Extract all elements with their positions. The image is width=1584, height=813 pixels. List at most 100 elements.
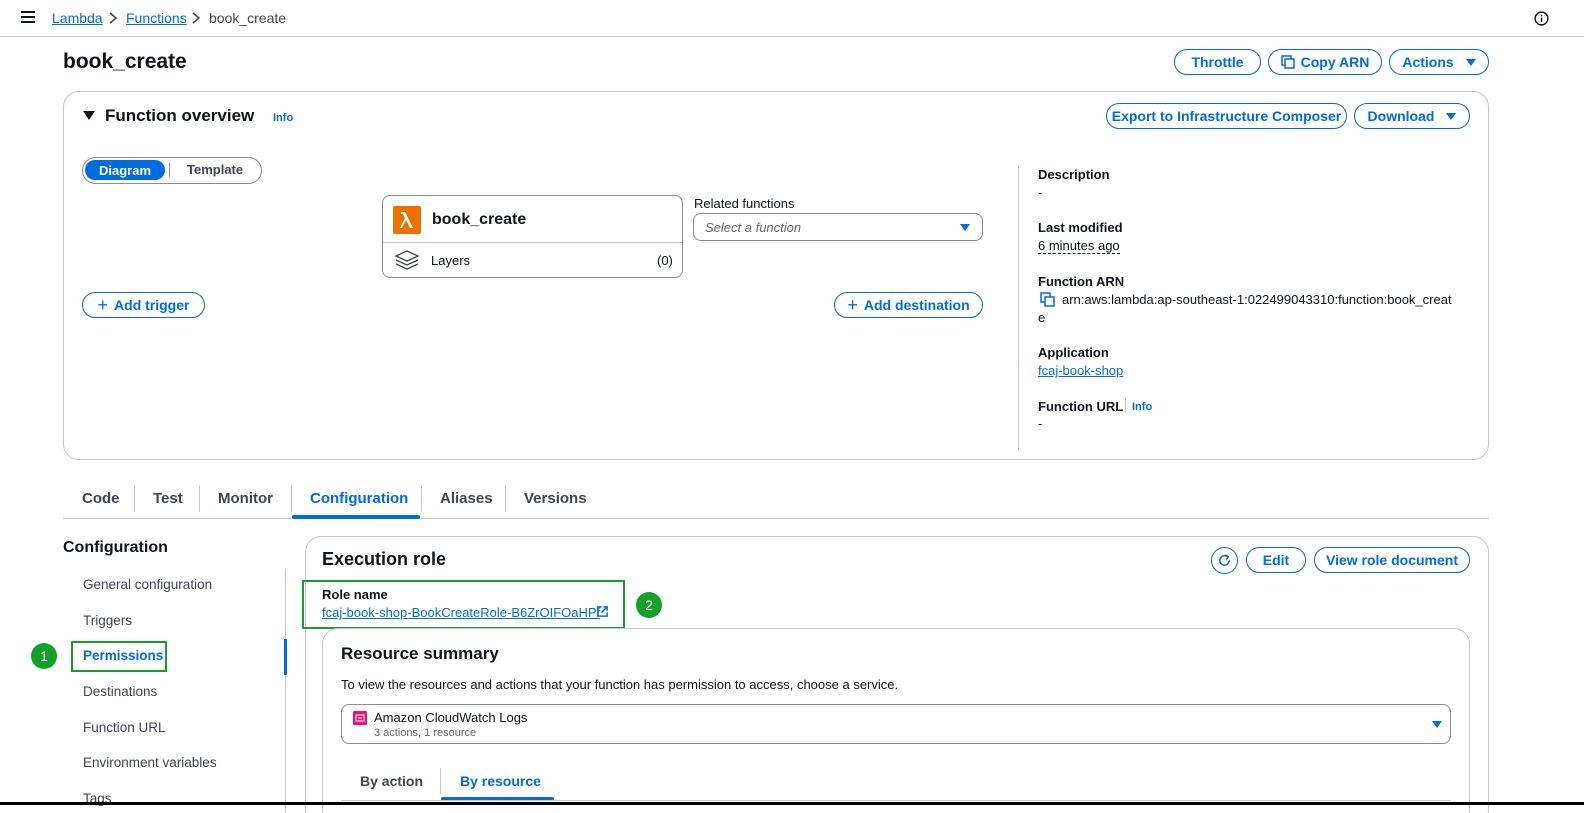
resource-summary-title: Resource summary bbox=[341, 644, 499, 663]
nav-environment-variables[interactable]: Environment variables bbox=[83, 755, 217, 770]
tab-versions[interactable]: Versions bbox=[524, 490, 587, 507]
throttle-label: Throttle bbox=[1191, 54, 1244, 70]
config-nav-title: Configuration bbox=[63, 539, 168, 556]
caret-down-icon bbox=[1465, 58, 1476, 66]
toggle-template[interactable]: Template bbox=[187, 162, 243, 177]
layers-count: (0) bbox=[657, 253, 673, 268]
overview-title: Function overview bbox=[105, 106, 255, 125]
add-destination-button[interactable]: + Add destination bbox=[834, 292, 983, 318]
description-value: - bbox=[1038, 185, 1043, 200]
layers-label: Layers bbox=[431, 253, 471, 268]
tab-separator bbox=[134, 486, 135, 512]
refresh-icon bbox=[1219, 554, 1230, 566]
tab-separator bbox=[440, 768, 441, 794]
active-tab-indicator bbox=[292, 515, 420, 519]
tab-aliases[interactable]: Aliases bbox=[440, 490, 493, 507]
nav-triggers[interactable]: Triggers bbox=[83, 613, 132, 628]
function-arn-line2: e bbox=[1038, 310, 1046, 325]
function-node[interactable]: book_create Layers (0) bbox=[382, 195, 683, 278]
export-label: Export to Infrastructure Composer bbox=[1111, 108, 1342, 124]
lambda-icon bbox=[393, 206, 421, 234]
actions-button[interactable]: Actions bbox=[1389, 49, 1489, 75]
copy-icon[interactable] bbox=[1040, 292, 1055, 307]
annotation-badge-2: 2 bbox=[636, 592, 662, 618]
tabs-baseline bbox=[63, 518, 1489, 519]
function-url-info-link[interactable]: Info bbox=[1132, 401, 1152, 413]
view-toggle: Diagram Template bbox=[82, 157, 262, 184]
view-role-document-label: View role document bbox=[1326, 552, 1458, 568]
add-destination-label: Add destination bbox=[863, 297, 970, 313]
subtabs-baseline bbox=[341, 800, 1451, 801]
annotation-badge-1: 1 bbox=[31, 643, 57, 669]
function-url-value: - bbox=[1038, 416, 1043, 431]
annotation-box-permissions bbox=[71, 641, 167, 672]
related-functions-select[interactable]: Select a function bbox=[693, 213, 983, 241]
last-modified-value[interactable]: 6 minutes ago bbox=[1038, 238, 1120, 254]
service-name: Amazon CloudWatch Logs bbox=[374, 710, 528, 725]
tab-separator bbox=[199, 486, 200, 512]
throttle-button[interactable]: Throttle bbox=[1174, 49, 1261, 75]
copy-arn-button[interactable]: Copy ARN bbox=[1268, 49, 1382, 75]
function-url-label: Function URL bbox=[1038, 399, 1124, 414]
view-role-document-button[interactable]: View role document bbox=[1314, 547, 1470, 573]
toggle-diagram[interactable]: Diagram bbox=[85, 160, 165, 180]
export-composer-button[interactable]: Export to Infrastructure Composer bbox=[1106, 103, 1347, 129]
chevron-right-icon bbox=[109, 12, 118, 24]
config-nav-active-marker bbox=[284, 639, 287, 675]
plus-icon: + bbox=[97, 294, 109, 315]
overview-info-link[interactable]: Info bbox=[273, 112, 293, 124]
cloudwatch-logs-icon bbox=[353, 711, 367, 725]
copy-arn-label: Copy ARN bbox=[1300, 54, 1370, 70]
function-arn-label: Function ARN bbox=[1038, 274, 1125, 289]
application-label: Application bbox=[1038, 345, 1109, 360]
related-functions-placeholder: Select a function bbox=[705, 220, 802, 235]
tab-separator bbox=[421, 486, 422, 512]
download-label: Download bbox=[1367, 108, 1435, 124]
tab-test[interactable]: Test bbox=[153, 490, 183, 507]
tab-configuration[interactable]: Configuration bbox=[310, 490, 408, 507]
toggle-divider bbox=[169, 163, 170, 177]
caret-down-icon bbox=[960, 224, 970, 231]
last-modified-label: Last modified bbox=[1038, 220, 1123, 235]
details-divider bbox=[1018, 166, 1019, 450]
breadcrumb-functions[interactable]: Functions bbox=[126, 10, 187, 26]
caret-down-icon bbox=[1446, 112, 1457, 120]
tab-by-resource[interactable]: By resource bbox=[460, 773, 541, 789]
edit-button[interactable]: Edit bbox=[1246, 547, 1306, 573]
info-icon[interactable] bbox=[1534, 11, 1549, 26]
tab-by-action[interactable]: By action bbox=[360, 773, 423, 789]
download-button[interactable]: Download bbox=[1354, 103, 1470, 129]
execution-role-title: Execution role bbox=[322, 549, 447, 569]
menu-icon[interactable] bbox=[21, 11, 35, 23]
application-link[interactable]: fcaj-book-shop bbox=[1038, 363, 1123, 378]
collapse-caret-icon[interactable] bbox=[83, 111, 95, 120]
resource-summary-description: To view the resources and actions that y… bbox=[341, 677, 899, 692]
top-bar: Lambda Functions book_create bbox=[0, 0, 1584, 37]
nav-function-url[interactable]: Function URL bbox=[83, 720, 166, 735]
nav-general-configuration[interactable]: General configuration bbox=[83, 577, 212, 592]
breadcrumb-lambda[interactable]: Lambda bbox=[52, 10, 103, 26]
service-select[interactable]: Amazon CloudWatch Logs 3 actions, 1 reso… bbox=[341, 704, 1451, 744]
add-trigger-label: Add trigger bbox=[114, 297, 190, 313]
function-overview-panel bbox=[63, 91, 1489, 460]
tab-separator bbox=[291, 486, 292, 512]
description-label: Description bbox=[1038, 167, 1110, 182]
plus-icon: + bbox=[847, 294, 858, 315]
related-functions-label: Related functions bbox=[694, 196, 795, 211]
tab-code[interactable]: Code bbox=[82, 490, 120, 507]
tab-separator bbox=[505, 486, 506, 512]
function-arn-line1: arn:aws:lambda:ap-southeast-1:0224990433… bbox=[1062, 292, 1452, 307]
tab-monitor[interactable]: Monitor bbox=[218, 490, 273, 507]
window-bottom-edge bbox=[0, 802, 1584, 805]
actions-label: Actions bbox=[1402, 54, 1454, 70]
node-divider bbox=[383, 242, 682, 243]
chevron-right-icon bbox=[192, 12, 201, 24]
function-node-name: book_create bbox=[432, 211, 527, 228]
annotation-box-role-name bbox=[302, 580, 625, 629]
breadcrumb-current: book_create bbox=[209, 10, 287, 26]
layers-icon bbox=[394, 250, 420, 270]
nav-destinations[interactable]: Destinations bbox=[83, 684, 157, 699]
add-trigger-button[interactable]: + Add trigger bbox=[82, 292, 205, 318]
refresh-button[interactable] bbox=[1211, 547, 1238, 574]
page-title: book_create bbox=[63, 50, 187, 73]
